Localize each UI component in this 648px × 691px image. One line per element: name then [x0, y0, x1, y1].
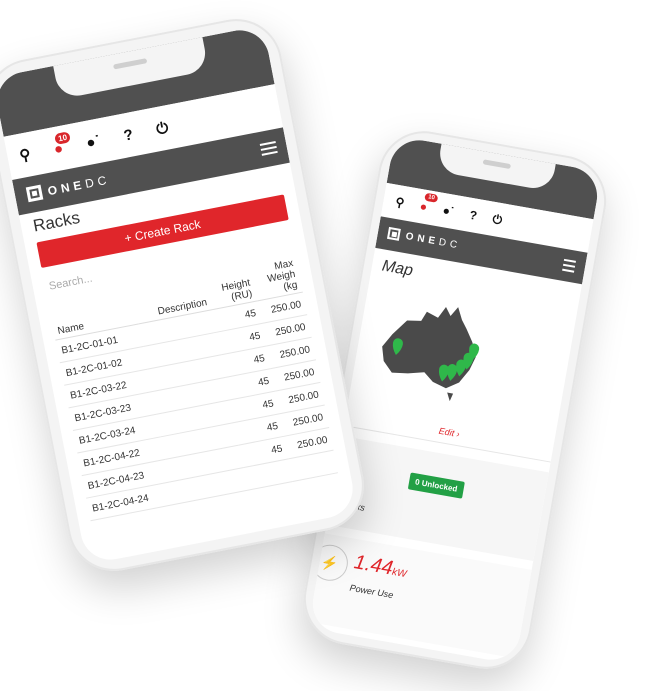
lightning-icon: ⚡: [319, 553, 340, 573]
help-icon[interactable]: ?: [122, 126, 134, 144]
brand-text-light: DC: [83, 171, 112, 191]
user-icon[interactable]: ●˙: [442, 203, 456, 219]
map-screen: ⚲ ● 10 ●˙ ? ⏻ ONEDC Map Edit › 0 Unlocke…: [308, 135, 602, 665]
phone-racks: ⚲ ● 10 ●˙ ? ⏻ ONEDC Racks + Create Rack …: [0, 11, 372, 579]
power-value: 1.44: [352, 551, 395, 580]
unlocked-badge[interactable]: 0 Unlocked: [407, 472, 465, 499]
search-input[interactable]: Search...: [48, 273, 94, 293]
notification-badge: 10: [54, 130, 71, 145]
brand-text-bold: ONE: [404, 230, 440, 248]
search-icon[interactable]: ⚲: [394, 195, 405, 210]
power-unit: kW: [391, 566, 408, 581]
user-icon[interactable]: ●˙: [85, 132, 102, 151]
create-rack-button[interactable]: + Create Rack: [36, 194, 289, 268]
logo-mark: [25, 184, 44, 203]
australia-map[interactable]: [364, 284, 501, 413]
tasmania-shape: [447, 392, 454, 402]
brand-text-light: DC: [437, 236, 462, 252]
edit-chevron-icon: ›: [455, 428, 461, 440]
speaker: [112, 58, 148, 70]
edit-link-label: Edit: [438, 425, 456, 439]
notification-badge: 10: [424, 192, 439, 203]
power-value-row: 1.44kW: [352, 551, 409, 583]
logo-mark: [386, 226, 401, 241]
search-icon[interactable]: ⚲: [18, 145, 32, 165]
menu-icon[interactable]: [259, 138, 278, 159]
help-icon[interactable]: ?: [468, 208, 478, 223]
speaker: [482, 159, 511, 170]
power-circle: ⚡: [308, 541, 351, 584]
page-title: Map: [380, 257, 415, 280]
menu-icon[interactable]: [562, 256, 577, 276]
racks-table: Name Description Height (RU) Max Weigh (…: [48, 255, 338, 521]
brand-text-bold: ONE: [46, 176, 87, 198]
brand-logo[interactable]: ONEDC: [386, 226, 462, 252]
bell-icon[interactable]: ● 10: [419, 192, 439, 214]
power-icon[interactable]: ⏻: [491, 211, 504, 227]
brand-logo[interactable]: ONEDC: [25, 171, 112, 203]
power-icon[interactable]: ⏻: [155, 119, 170, 138]
racks-screen: ⚲ ● 10 ●˙ ? ⏻ ONEDC Racks + Create Rack …: [0, 25, 358, 565]
page-title: Racks: [31, 207, 82, 236]
power-label: Power Use: [348, 582, 395, 601]
bell-icon[interactable]: ● 10: [52, 130, 71, 158]
